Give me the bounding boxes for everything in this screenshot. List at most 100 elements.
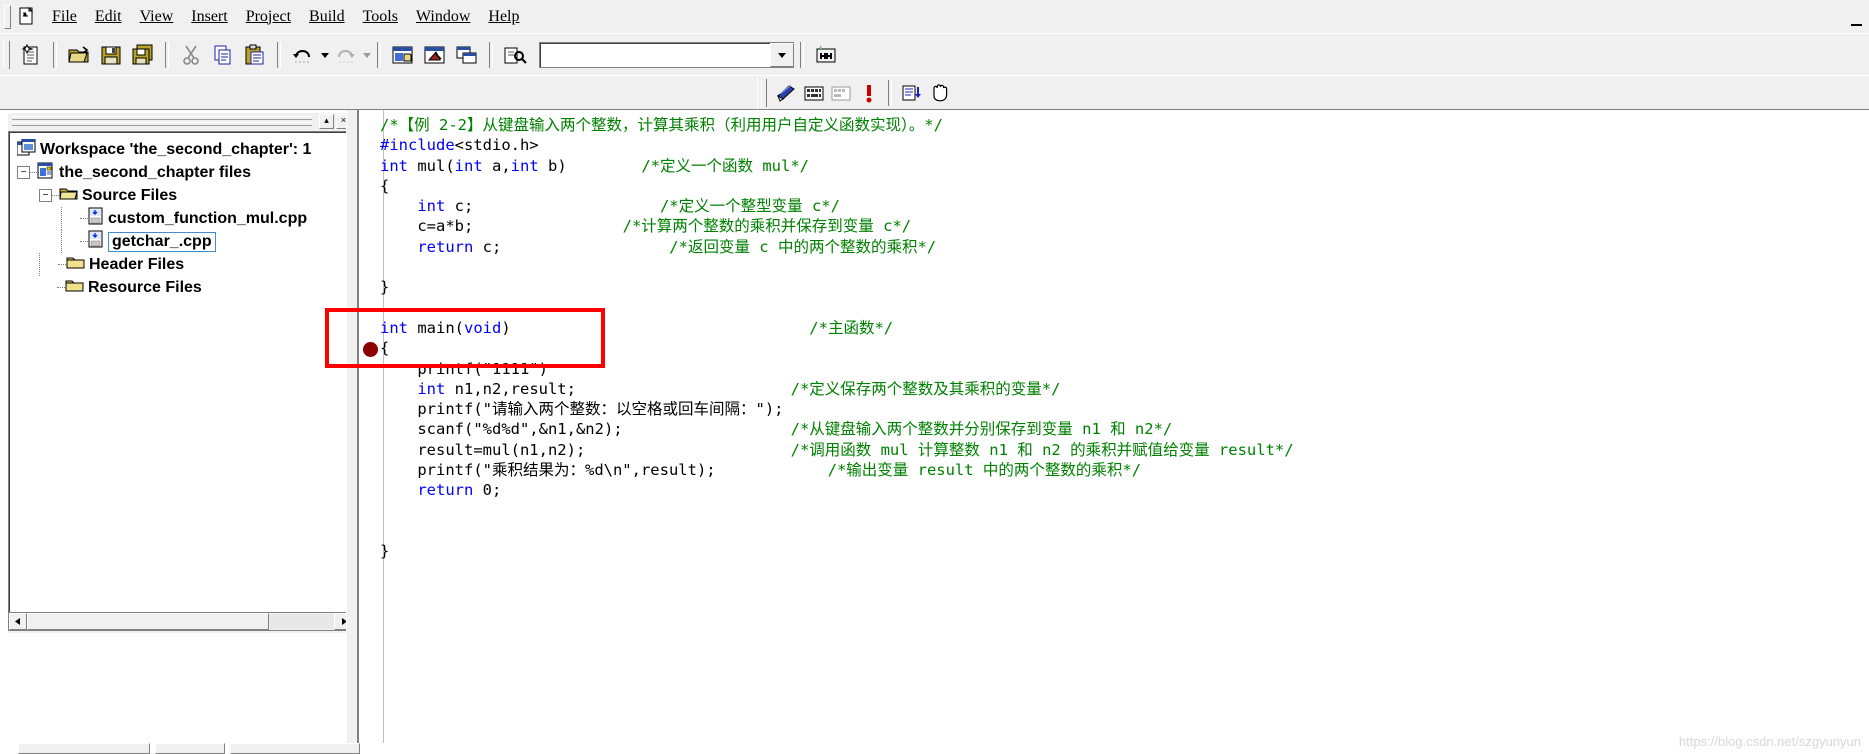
compile-icon[interactable] <box>773 78 799 108</box>
code-line[interactable] <box>380 521 1294 541</box>
workspace-drag-grip[interactable] <box>12 116 312 126</box>
workspace-pane: ▴ × Workspace 'the_second_chapter': 1 − … <box>8 113 353 633</box>
menu-help[interactable]: Help <box>479 5 528 29</box>
code-line[interactable]: int c; /*定义一个整型变量 c*/ <box>380 196 1294 216</box>
toolbar-separator <box>377 42 381 68</box>
code-token: return <box>417 481 474 500</box>
tree-item-header-files[interactable]: Header Files <box>9 253 352 276</box>
tree-item-source-files[interactable]: − Source Files <box>9 184 352 207</box>
tree-item-custom-function-mul[interactable]: custom_function_mul.cpp <box>9 207 352 230</box>
cut-icon[interactable] <box>176 40 206 70</box>
menu-insert[interactable]: Insert <box>182 5 236 29</box>
folder-open-icon <box>59 186 78 206</box>
redo-dropdown-icon[interactable] <box>363 52 371 58</box>
expander-collapse-icon[interactable]: − <box>17 166 30 179</box>
insert-breakpoint-icon[interactable] <box>899 78 925 108</box>
cpp-file-icon <box>88 230 104 253</box>
code-token: /*定义保存两个整数及其乘积的变量*/ <box>781 379 1061 398</box>
find-in-files-icon[interactable] <box>500 40 530 70</box>
scroll-track[interactable] <box>269 614 334 629</box>
output-window-icon[interactable] <box>420 40 450 70</box>
menu-build-label: Build <box>309 7 345 25</box>
find-match-icon[interactable]: A <box>811 40 841 70</box>
window-list-icon[interactable] <box>452 40 482 70</box>
new-text-file-icon[interactable] <box>16 40 46 70</box>
open-icon[interactable] <box>64 40 94 70</box>
workspace-titlebar[interactable]: ▴ × <box>8 113 353 129</box>
code-token: c=a*b; <box>380 217 623 236</box>
minimize-button[interactable] <box>1845 16 1867 30</box>
code-token: printf("请输入两个整数：以空格或回车间隔："); <box>380 400 784 419</box>
code-token: } <box>380 542 390 561</box>
chevron-down-icon[interactable] <box>770 43 794 67</box>
go-icon[interactable] <box>856 78 882 108</box>
workspace-tree[interactable]: Workspace 'the_second_chapter': 1 − the_… <box>8 131 353 613</box>
menu-tools-label: Tools <box>362 7 398 25</box>
workspace-window-icon[interactable] <box>388 40 418 70</box>
code-line[interactable]: c=a*b; /*计算两个整数的乘积并保存到变量 c*/ <box>380 216 1294 236</box>
scroll-left-button[interactable] <box>9 613 27 630</box>
menu-window[interactable]: Window <box>407 5 479 29</box>
tree-item-project[interactable]: − the_second_chapter files <box>9 161 352 184</box>
code-line[interactable]: printf("乘积结果为：%d\n",result); /*输出变量 resu… <box>380 460 1294 480</box>
menu-project[interactable]: Project <box>237 5 300 29</box>
build-minibar-grip[interactable] <box>761 78 768 107</box>
workspace-minimize-button[interactable]: ▴ <box>319 113 334 129</box>
code-token: /*输出变量 result 中的两个整数的乘积*/ <box>818 461 1142 480</box>
tree-item-workspace[interactable]: Workspace 'the_second_chapter': 1 <box>9 138 352 161</box>
find-combo[interactable] <box>539 42 794 68</box>
code-line[interactable] <box>380 501 1294 521</box>
paste-icon[interactable] <box>240 40 270 70</box>
code-line[interactable]: } <box>380 541 1294 561</box>
code-line[interactable]: int n1,n2,result; /*定义保存两个整数及其乘积的变量*/ <box>380 379 1294 399</box>
code-line[interactable]: } <box>380 277 1294 297</box>
code-token: /*定义一个整型变量 c*/ <box>603 197 840 216</box>
hand-icon[interactable] <box>927 78 953 108</box>
code-line[interactable]: return c; /*返回变量 c 中的两个整数的乘积*/ <box>380 237 1294 257</box>
code-line[interactable]: #include<stdio.h> <box>380 135 1294 155</box>
redo-icon[interactable] <box>330 40 360 70</box>
code-token: #include <box>380 136 455 155</box>
tree-item-getchar[interactable]: getchar_.cpp <box>9 230 352 253</box>
code-line[interactable]: result=mul(n1,n2); /*调用函数 mul 计算整数 n1 和 … <box>380 440 1294 460</box>
standard-toolbar-grip[interactable] <box>3 41 10 69</box>
code-token: /*计算两个整数的乘积并保存到变量 c*/ <box>622 217 912 236</box>
code-line[interactable]: { <box>380 176 1294 196</box>
save-all-icon[interactable] <box>128 40 158 70</box>
workspace-horizontal-scrollbar[interactable] <box>8 612 353 631</box>
search-input[interactable] <box>540 44 761 66</box>
menu-window-label: Window <box>415 7 471 25</box>
copy-icon[interactable] <box>208 40 238 70</box>
tree-item-resource-files[interactable]: Resource Files <box>9 276 352 299</box>
menu-file[interactable]: File <box>43 5 86 29</box>
menu-view[interactable]: View <box>131 5 183 29</box>
menu-edit[interactable]: Edit <box>86 5 131 29</box>
menu-project-label: Project <box>245 7 292 25</box>
build-toolbar-strip-left <box>0 75 757 110</box>
tree-item-label: Workspace 'the_second_chapter': 1 <box>40 140 312 158</box>
code-line[interactable]: return 0; <box>380 480 1294 500</box>
undo-icon[interactable] <box>288 40 318 70</box>
save-icon[interactable] <box>96 40 126 70</box>
menubar-grip[interactable] <box>4 4 11 29</box>
editor-splitter[interactable] <box>346 110 358 753</box>
menu-tools[interactable]: Tools <box>354 5 407 29</box>
scroll-thumb[interactable] <box>27 613 269 630</box>
stop-build-icon[interactable] <box>828 78 854 108</box>
project-icon <box>37 162 55 184</box>
code-line[interactable]: printf("请输入两个整数：以空格或回车间隔："); <box>380 399 1294 419</box>
undo-dropdown-icon[interactable] <box>321 52 329 58</box>
watermark-text: https://blog.csdn.net/szgyunyun <box>1678 734 1861 749</box>
code-line[interactable]: scanf("%d%d",&n1,&n2); /*从键盘输入两个整数并分别保存到… <box>380 419 1294 439</box>
build-minibar <box>757 75 953 110</box>
code-token: /*调用函数 mul 计算整数 n1 和 n2 的乘积并赋值给变量 result… <box>790 440 1294 459</box>
code-line[interactable]: /*【例 2-2】从键盘输入两个整数，计算其乘积（利用用户自定义函数实现）。*/ <box>380 115 1294 135</box>
code-line[interactable] <box>380 257 1294 277</box>
menu-build[interactable]: Build <box>300 5 354 29</box>
status-cell-1 <box>18 743 150 754</box>
expander-collapse-icon[interactable]: − <box>39 189 52 202</box>
code-line[interactable]: int mul(int a,int b) /*定义一个函数 mul*/ <box>380 156 1294 176</box>
code-editor[interactable]: /*【例 2-2】从键盘输入两个整数，计算其乘积（利用用户自定义函数实现）。*/… <box>325 110 1869 753</box>
build-icon[interactable] <box>801 78 827 108</box>
